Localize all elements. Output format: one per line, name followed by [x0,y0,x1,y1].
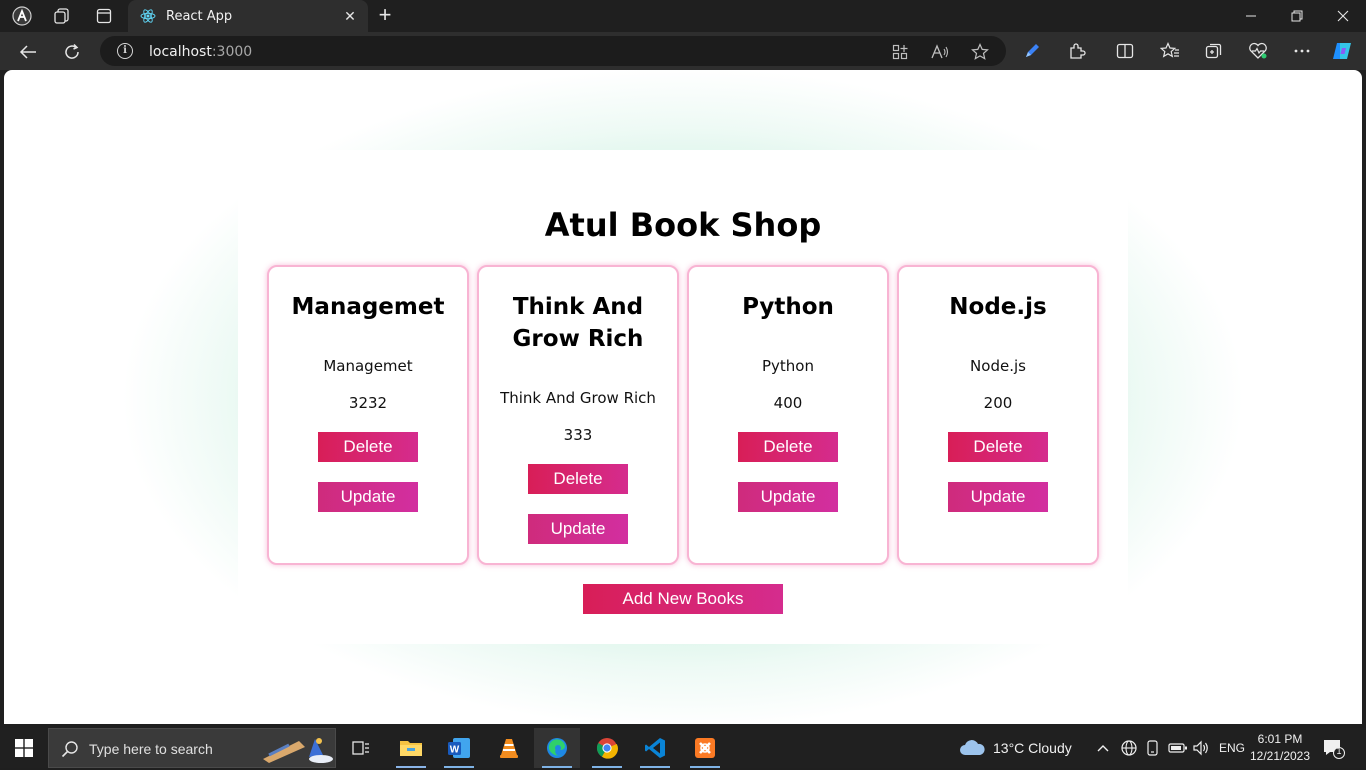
file-explorer-icon[interactable] [388,728,434,768]
update-button[interactable]: Update [948,482,1048,512]
collections-icon[interactable] [1202,39,1226,63]
update-button[interactable]: Update [528,514,628,544]
network-globe-icon[interactable] [1120,728,1138,768]
tab-actions-icon[interactable] [92,4,116,28]
clock-time: 6:01 PM [1257,732,1303,746]
extension-pen-icon[interactable] [1020,39,1044,63]
show-hidden-icons[interactable] [1096,728,1110,768]
volume-icon[interactable] [1192,728,1210,768]
new-tab-icon[interactable]: + [374,4,396,28]
profile-icon[interactable] [10,4,34,28]
book-description: Managemet [323,357,413,375]
weather-widget[interactable]: 13°C Cloudy [958,728,1072,768]
notification-count: 1 [1336,746,1342,756]
book-price: 200 [983,394,1013,412]
book-description: Python [762,357,814,375]
book-title: Managemet [291,294,445,320]
word-icon[interactable]: W [436,728,482,768]
site-info-icon[interactable]: i [117,43,133,59]
edge-icon[interactable] [534,728,580,768]
notifications-icon[interactable]: 1 [1322,728,1346,768]
back-icon[interactable] [14,39,42,65]
delete-button[interactable]: Delete [948,432,1048,462]
browser-title-bar: React App ✕ + [0,0,1366,32]
favorites-icon[interactable] [1158,39,1182,63]
system-clock[interactable]: 6:01 PM 12/21/2023 [1244,731,1316,765]
page-title: Atul Book Shop [544,206,822,244]
url-text: localhost:3000 [149,44,253,60]
browser-toolbar: i localhost:3000 [0,32,1366,70]
read-aloud-icon[interactable] [930,42,950,62]
book-price: 400 [773,394,803,412]
windows-start-icon[interactable] [0,728,48,768]
tab-title: React App [166,8,233,24]
split-screen-icon[interactable] [1113,39,1137,63]
language-indicator[interactable]: ENG [1219,728,1245,768]
update-button[interactable]: Update [738,482,838,512]
tab-react-app[interactable]: React App ✕ [128,0,368,32]
workspaces-icon[interactable] [50,4,74,28]
book-price: 333 [563,426,593,444]
refresh-icon[interactable] [58,39,86,65]
close-window-icon[interactable] [1320,0,1366,32]
cloud-icon [960,740,985,755]
book-description: Think And Grow Rich [500,389,656,407]
weather-text: 13°C Cloudy [993,740,1072,756]
search-icon [61,740,79,758]
delete-button[interactable]: Delete [738,432,838,462]
vlc-icon[interactable] [486,728,532,768]
book-title: Think And Grow Rich [512,294,644,352]
book-card: Managemet Managemet 3232 Delete Update [267,265,469,565]
page-viewport: Atul Book Shop Managemet Managemet 3232 … [4,70,1362,724]
favorite-star-icon[interactable] [970,42,990,62]
restore-icon[interactable] [1274,0,1320,32]
vscode-icon[interactable] [632,728,678,768]
book-card: Think And Grow Rich Think And Grow Rich … [477,265,679,565]
book-card: Node.js Node.js 200 Delete Update [897,265,1099,565]
chrome-icon[interactable] [584,728,630,768]
book-title: Python [742,294,834,320]
search-placeholder: Type here to search [89,741,213,757]
react-icon [140,8,156,24]
taskbar-search-box[interactable]: Type here to search [48,728,336,768]
device-icon[interactable] [1145,728,1161,768]
book-description: Node.js [970,357,1026,375]
delete-button[interactable]: Delete [318,432,418,462]
book-title: Node.js [949,294,1047,320]
book-shop-panel: Atul Book Shop Managemet Managemet 3232 … [238,150,1128,644]
delete-button[interactable]: Delete [528,464,628,494]
xampp-icon[interactable] [682,728,728,768]
extensions-icon[interactable] [1065,39,1089,63]
minimize-icon[interactable] [1228,0,1274,32]
update-button[interactable]: Update [318,482,418,512]
browser-essentials-icon[interactable] [1246,39,1270,63]
address-bar[interactable]: i localhost:3000 [100,36,1006,66]
book-card: Python Python 400 Delete Update [687,265,889,565]
add-new-books-button[interactable]: Add New Books [583,584,783,614]
svg-text:W: W [450,745,460,756]
battery-icon[interactable] [1168,728,1188,768]
book-price: 3232 [348,394,388,412]
app-available-icon[interactable] [890,42,910,62]
search-highlight-illustration-icon [259,733,335,765]
close-tab-icon[interactable]: ✕ [342,8,358,24]
task-view-icon[interactable] [338,728,384,768]
windows-taskbar: Type here to search W 13°C Cloudy ENG 6:… [0,728,1366,768]
more-menu-icon[interactable] [1290,39,1314,63]
copilot-icon[interactable] [1330,39,1354,63]
clock-date: 12/21/2023 [1249,749,1311,763]
